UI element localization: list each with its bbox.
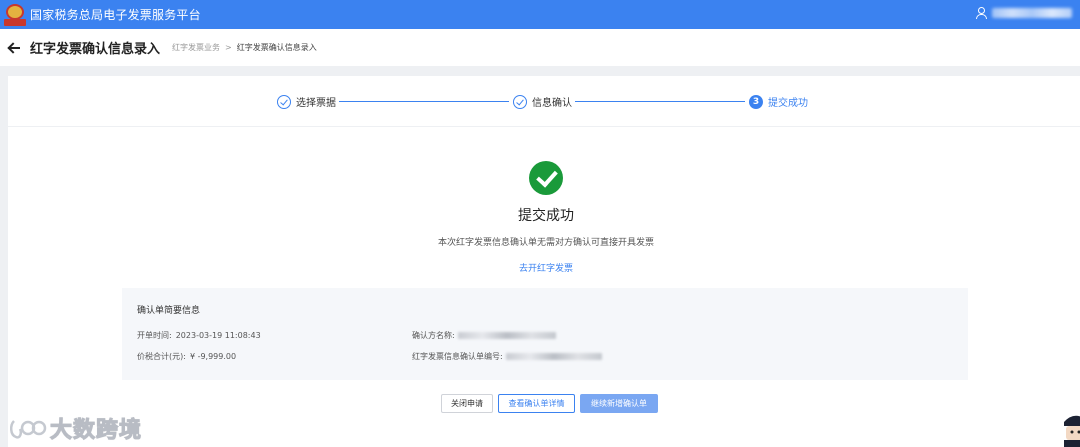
page-title: 红字发票确认信息录入 xyxy=(30,42,161,57)
field-label: 确认方名称: xyxy=(412,331,455,340)
field-value: ¥ -9,999.00 xyxy=(189,352,237,361)
field-label: 价税合计(元): xyxy=(137,352,186,361)
breadcrumb: 红字发票业务 > 红字发票确认信息录入 xyxy=(172,42,317,53)
main-card: 选择票据 信息确认 3 提交成功 提交成功 本次红字发票信息确认单无需对方确认可… xyxy=(8,76,1080,447)
field-value: 2023-03-19 11:08:43 xyxy=(175,331,261,340)
step-label: 信息确认 xyxy=(532,98,572,109)
check-circle-icon xyxy=(529,161,563,195)
user-icon xyxy=(976,7,987,19)
serial-number-field: 红字发票信息确认单编号: xyxy=(412,351,602,362)
field-label: 开单时间: xyxy=(137,331,172,340)
field-label: 红字发票信息确认单编号: xyxy=(412,352,503,361)
watermark-logo-icon xyxy=(10,420,47,439)
step-connector xyxy=(339,101,509,102)
app-title: 国家税务总局电子发票服务平台 xyxy=(30,8,201,22)
breadcrumb-separator: > xyxy=(225,43,232,52)
redacted-value xyxy=(505,353,602,360)
step-info-confirm: 信息确认 xyxy=(513,94,572,109)
action-buttons: 关闭申请 查看确认单详情 继续新增确认单 xyxy=(441,394,658,413)
step-label: 提交成功 xyxy=(768,98,808,109)
arrow-left-icon[interactable] xyxy=(8,41,22,55)
continue-add-button[interactable]: 继续新增确认单 xyxy=(580,394,658,413)
result-description: 本次红字发票信息确认单无需对方确认可直接开具发票 xyxy=(437,238,654,248)
confirmation-summary: 确认单简要信息 开单时间: 2023-03-19 11:08:43 价税合计(元… xyxy=(122,288,968,380)
redacted-value xyxy=(457,332,556,339)
check-circle-small-icon xyxy=(277,94,291,109)
confirm-party-field: 确认方名称: xyxy=(412,330,556,341)
tax-emblem-icon xyxy=(4,3,26,26)
mascot-avatar-icon xyxy=(1064,415,1080,447)
issue-time-field: 开单时间: 2023-03-19 11:08:43 xyxy=(137,330,261,341)
step-select-ticket: 选择票据 xyxy=(277,94,336,109)
progress-steps: 选择票据 信息确认 3 提交成功 xyxy=(8,76,1080,127)
user-name-redacted xyxy=(992,8,1072,18)
summary-title: 确认单简要信息 xyxy=(137,306,201,316)
breadcrumb-item-red-invoice-business[interactable]: 红字发票业务 xyxy=(172,42,220,53)
user-menu[interactable] xyxy=(976,7,1072,19)
result-title: 提交成功 xyxy=(518,208,574,224)
issue-red-invoice-link[interactable]: 去开红字发票 xyxy=(8,261,1080,274)
watermark-text: 大数跨境 xyxy=(49,418,143,444)
close-application-button[interactable]: 关闭申请 xyxy=(441,394,493,413)
step-number-badge: 3 xyxy=(749,94,763,109)
view-details-button[interactable]: 查看确认单详情 xyxy=(498,394,575,413)
top-navigation-bar: 国家税务总局电子发票服务平台 xyxy=(0,0,1080,29)
step-label: 选择票据 xyxy=(296,98,336,109)
step-connector xyxy=(575,101,745,102)
check-circle-small-icon xyxy=(513,94,527,109)
page-header: 红字发票确认信息录入 红字发票业务 > 红字发票确认信息录入 xyxy=(0,29,1080,66)
total-amount-field: 价税合计(元): ¥ -9,999.00 xyxy=(137,351,236,362)
step-submit-success: 3 提交成功 xyxy=(749,94,808,109)
breadcrumb-item-current: 红字发票确认信息录入 xyxy=(236,43,317,52)
